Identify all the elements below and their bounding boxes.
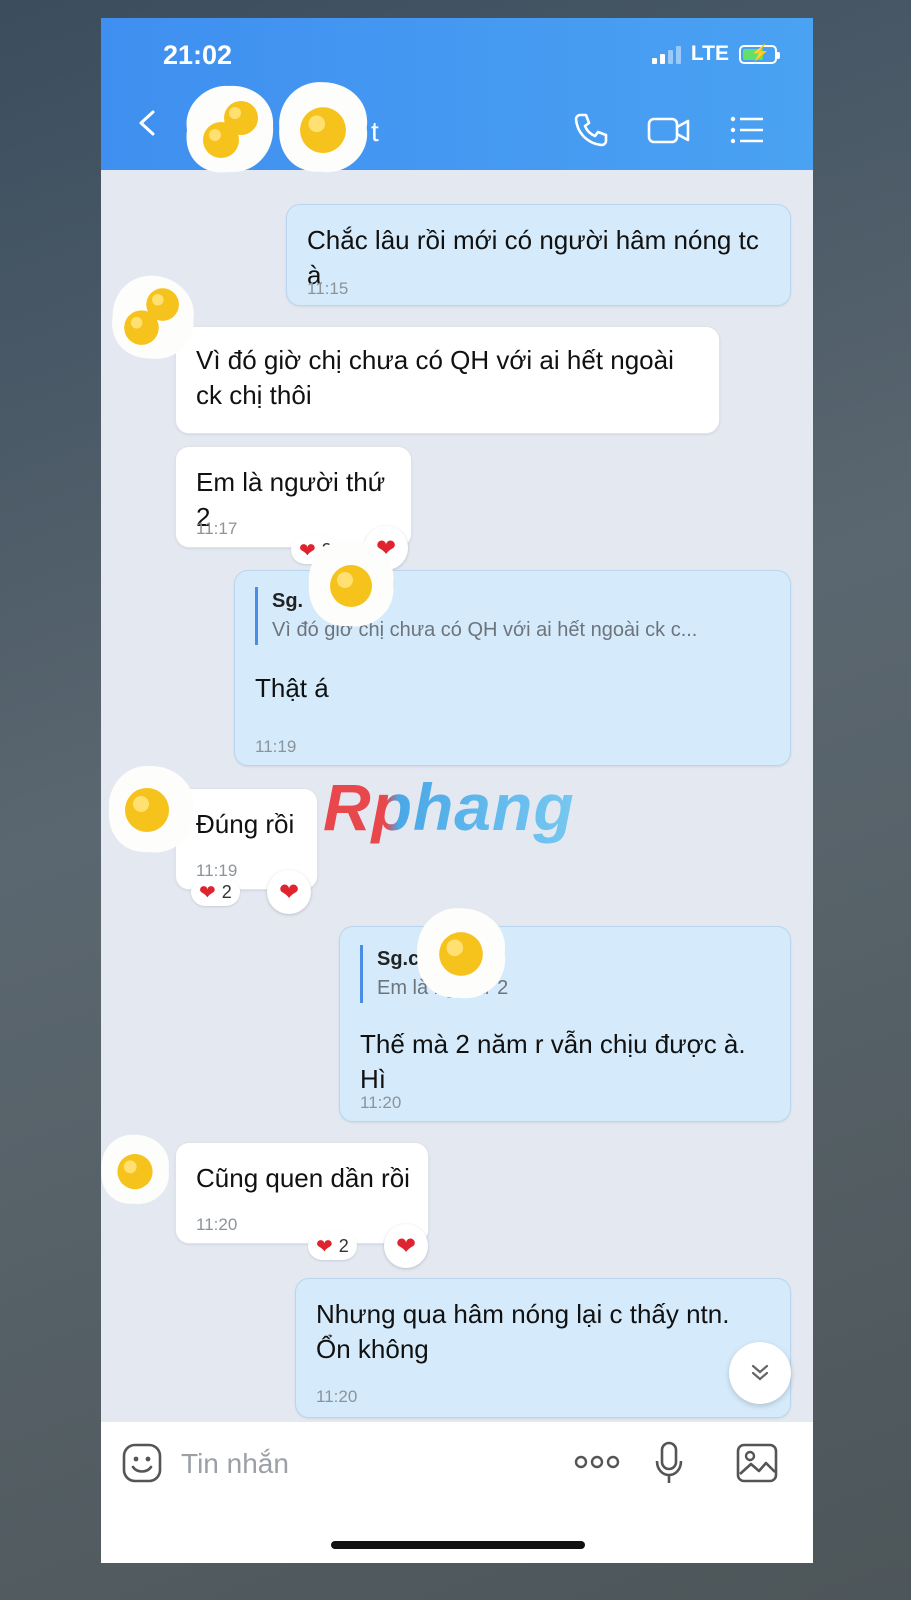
signal-icon — [651, 44, 681, 64]
reaction-count: 2 — [338, 1235, 349, 1256]
status-time: 21:02 — [163, 40, 233, 70]
more-dots-icon[interactable] — [573, 1452, 621, 1472]
message-time: 11:19 — [255, 737, 297, 756]
reaction-count: 2 — [321, 539, 332, 560]
message-text: Nhưng qua hâm nóng lại c thấy ntn. Ổn kh… — [316, 1299, 730, 1364]
quote-text: Vì đó giờ chị chưa có QH với ai hết ngoà… — [272, 619, 698, 641]
list-icon[interactable] — [727, 110, 767, 150]
message-bubble-outgoing[interactable]: Sg. t Vì đó giờ chị chưa có QH với ai hết… — [234, 570, 791, 766]
message-time: 11:20 — [196, 1215, 238, 1234]
home-indicator[interactable] — [331, 1541, 585, 1549]
chevron-double-down-icon — [751, 1364, 769, 1381]
phone-icon[interactable] — [571, 110, 611, 150]
reply-quote[interactable]: Sg. t Vì đó giờ chị chưa có QH với ai hết… — [255, 587, 770, 645]
message-bubble-outgoing[interactable]: Chắc lâu rồi mới có người hâm nóng tc à … — [286, 204, 791, 306]
chat-header: 21:02 LTE ⚡ t — [101, 18, 813, 170]
heart-icon: ❤ — [299, 539, 316, 562]
heart-icon[interactable]: ❤ — [364, 526, 408, 570]
video-camera-icon[interactable] — [646, 110, 692, 150]
microphone-icon[interactable] — [653, 1440, 685, 1486]
heart-icon[interactable]: ❤ — [384, 1224, 428, 1268]
message-text: Vì đó giờ chị chưa có QH với ai hết ngoà… — [196, 345, 674, 410]
battery-icon: ⚡ — [739, 44, 780, 64]
quote-author: Sg.c t — [377, 948, 486, 970]
heart-icon: ❤ — [316, 1235, 333, 1258]
heart-icon[interactable]: ❤ — [267, 870, 311, 914]
watermark-logo: Rphang — [319, 768, 599, 864]
image-icon[interactable] — [735, 1442, 779, 1484]
reaction-summary[interactable]: ❤ 2 — [291, 536, 340, 564]
reaction-summary[interactable]: ❤ 2 — [308, 1232, 357, 1260]
message-input-bar: Tin nhắn — [101, 1422, 813, 1563]
message-time: 11:20 — [360, 1093, 402, 1112]
message-bubble-incoming[interactable]: Vì đó giờ chị chưa có QH với ai hết ngoà… — [175, 326, 720, 434]
message-text: Cũng quen dần rồi — [196, 1163, 410, 1193]
message-input[interactable]: Tin nhắn — [181, 1448, 289, 1480]
reply-quote[interactable]: Sg.c t Em là ng thứ 2 — [360, 945, 770, 1003]
message-bubble-outgoing[interactable]: Sg.c t Em là ng thứ 2 Thế mà 2 năm r vẫn … — [339, 926, 791, 1122]
message-text: Đúng rồi — [196, 809, 295, 839]
message-time: 11:15 — [307, 279, 349, 298]
reaction-count: 2 — [221, 881, 232, 902]
chat-title[interactable]: t — [371, 116, 379, 148]
quote-author: Sg. t — [272, 590, 380, 612]
reaction-summary[interactable]: ❤ 2 — [191, 878, 240, 906]
message-text: Chắc lâu rồi mới có người hâm nóng tc à — [307, 225, 759, 290]
quote-text: Em là ng thứ 2 — [377, 977, 509, 999]
message-time: 11:17 — [196, 519, 238, 538]
message-text: Thế mà 2 năm r vẫn chịu được à. Hì — [360, 1029, 746, 1094]
message-text: Thật á — [255, 673, 329, 703]
network-label: LTE — [690, 42, 729, 65]
message-bubble-outgoing[interactable]: Nhưng qua hâm nóng lại c thấy ntn. Ổn kh… — [295, 1278, 791, 1418]
heart-icon: ❤ — [199, 881, 216, 904]
chevron-left-icon[interactable] — [135, 110, 161, 136]
smiley-icon[interactable] — [121, 1442, 163, 1484]
phone-screen: 21:02 LTE ⚡ t Chắc lâu rồi mới có người — [101, 18, 813, 1563]
status-indicators: LTE ⚡ — [651, 42, 780, 66]
message-time: 11:20 — [316, 1387, 358, 1406]
scroll-to-bottom-button[interactable] — [729, 1342, 791, 1404]
svg-text:Rphang: Rphang — [323, 770, 575, 844]
